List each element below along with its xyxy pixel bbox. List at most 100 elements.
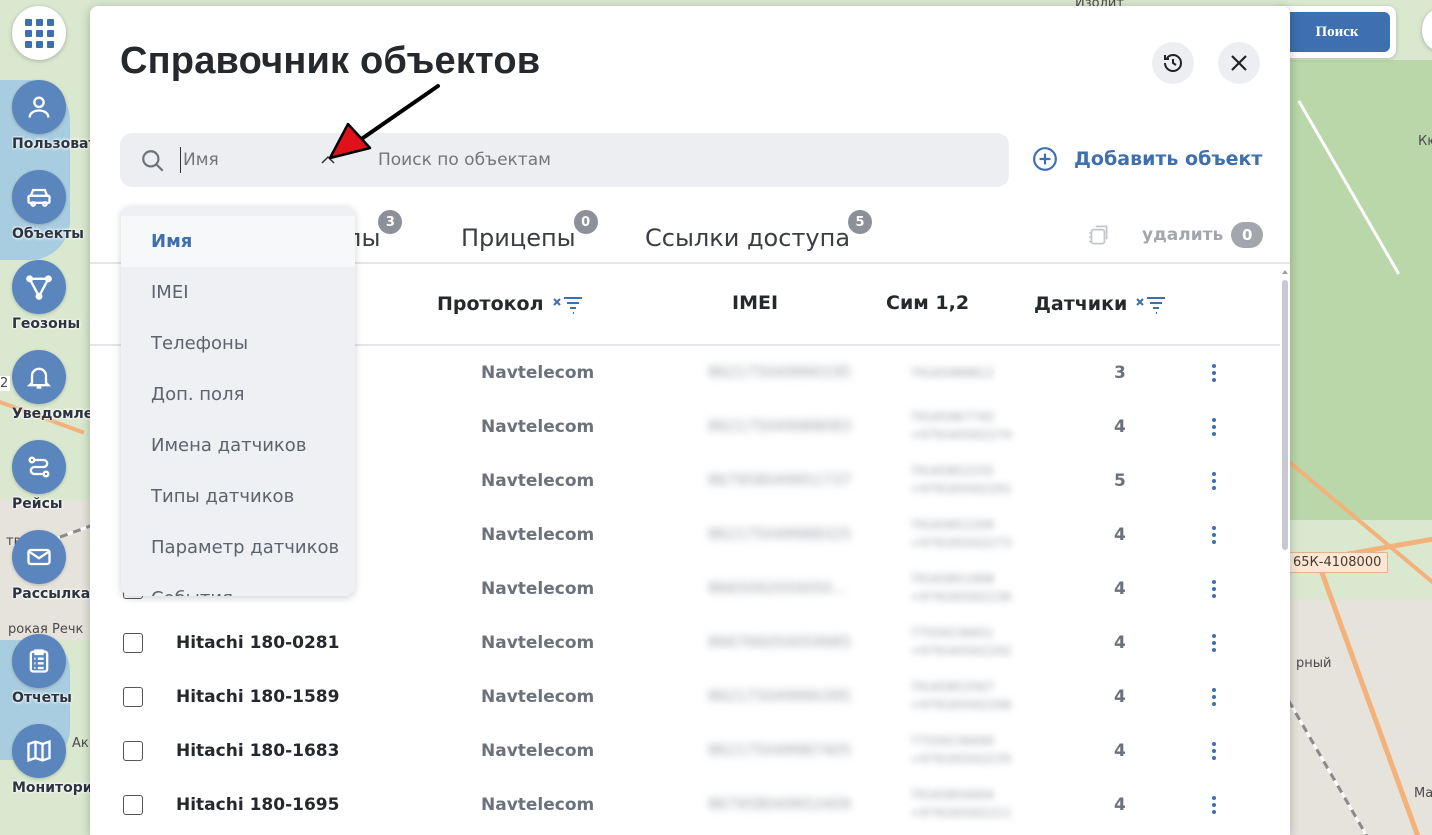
row-checkbox[interactable] (123, 741, 143, 761)
nav-item-label: Рейсы (12, 496, 63, 512)
object-protocol: Navtelecom (481, 417, 595, 437)
map-label: рный (1296, 656, 1332, 671)
route-icon (12, 440, 66, 494)
search-field-input[interactable] (180, 147, 320, 173)
dropdown-item-name[interactable]: Имя (121, 216, 355, 267)
row-checkbox[interactable] (123, 687, 143, 707)
nav-item-trips[interactable]: Рейсы (0, 440, 92, 530)
object-imei: 862175049988325 (708, 525, 852, 543)
column-protocol[interactable]: Протокол (437, 292, 584, 316)
apps-menu-button[interactable] (12, 6, 66, 60)
object-sim: 77559236651 +979165502202 (910, 626, 1012, 658)
nav-item-notifications[interactable]: Уведомления (0, 350, 92, 440)
filter-clear-icon[interactable] (552, 292, 584, 316)
object-imei: 862175049988083 (708, 417, 852, 435)
scroll-up-icon[interactable] (1281, 268, 1289, 276)
more-vertical-icon[interactable] (1205, 360, 1223, 386)
bell-icon (12, 350, 66, 404)
nav-item-mailing[interactable]: Рассылка (0, 530, 92, 620)
add-object-label: Добавить объект (1074, 148, 1263, 170)
object-imei: 862175049990195 (708, 363, 852, 381)
dropdown-item-extra-fields[interactable]: Доп. поля (121, 369, 355, 420)
plus-circle-icon (1033, 147, 1057, 171)
table-row[interactable]: Hitachi 180-1589 Navtelecom 862175049990… (90, 670, 1280, 724)
map-label: Ма (1414, 786, 1432, 801)
row-checkbox[interactable] (123, 633, 143, 653)
table-scrollbar[interactable] (1280, 266, 1290, 835)
object-sim: 79165967745 +979165502274 (910, 410, 1012, 442)
object-imei: 867958049951737 (708, 471, 852, 489)
nav-item-users[interactable]: Пользователи (0, 80, 92, 170)
nav-item-reports[interactable]: Отчеты (0, 634, 92, 724)
nav-item-label: Пользователи (12, 136, 92, 152)
nav-item-monitoring[interactable]: Мониторинг (0, 724, 92, 814)
more-vertical-icon[interactable] (1205, 684, 1223, 710)
scrollbar-thumb[interactable] (1282, 280, 1288, 550)
dropdown-item-sensor-names[interactable]: Имена датчиков (121, 420, 355, 471)
more-vertical-icon[interactable] (1205, 738, 1223, 764)
close-icon (1231, 55, 1247, 71)
tab-access-links[interactable]: Ссылки доступа 5 (645, 210, 873, 252)
object-protocol: Navtelecom (481, 471, 595, 491)
copy-icon[interactable] (1086, 222, 1112, 248)
history-button[interactable] (1152, 42, 1194, 84)
object-name[interactable]: Hitachi 180-1683 (176, 741, 416, 761)
map-search-button[interactable]: Поиск (1284, 12, 1390, 52)
filter-clear-icon[interactable] (1135, 292, 1167, 316)
dropdown-item-phones[interactable]: Телефоны (121, 318, 355, 369)
road-number-tag: 65К-4108000 (1286, 552, 1389, 573)
search-field-dropdown: Имя IMEI Телефоны Доп. поля Имена датчик… (121, 206, 355, 596)
nav-item-label: Геозоны (12, 316, 81, 332)
object-sim: 77559236690 +979165502235 (910, 734, 1012, 766)
search-field-select[interactable] (180, 133, 340, 187)
map-label: Кю (1418, 134, 1432, 149)
more-vertical-icon[interactable] (1205, 522, 1223, 548)
tab-trailers[interactable]: Прицепы 0 (461, 210, 598, 252)
object-name[interactable]: Hitachi 180-0281 (176, 633, 416, 653)
object-sim: 79165852255 +979165502201 (910, 464, 1012, 496)
object-sim: 79165853307 +979165502206 (910, 680, 1012, 712)
dropdown-item-events[interactable]: События (121, 573, 355, 596)
tab-label: Ссылки доступа (645, 224, 851, 252)
column-sim[interactable]: Сим 1,2 (886, 292, 969, 314)
dropdown-item-imei[interactable]: IMEI (121, 267, 355, 318)
object-imei: 866766050059985 (708, 633, 852, 651)
more-vertical-icon[interactable] (1205, 630, 1223, 656)
more-vertical-icon[interactable] (1205, 576, 1223, 602)
table-row[interactable]: Hitachi 180-1695 Navtelecom 867958049952… (90, 778, 1280, 832)
add-object-button[interactable]: Добавить объект (1032, 146, 1262, 172)
column-label: Датчики (1034, 293, 1128, 315)
object-protocol: Navtelecom (481, 741, 595, 761)
table-row[interactable]: Hitachi 180-1683 Navtelecom 862175049987… (90, 724, 1280, 778)
column-sensors[interactable]: Датчики (1034, 292, 1167, 316)
more-vertical-icon[interactable] (1205, 414, 1223, 440)
object-protocol: Navtelecom (481, 579, 595, 599)
object-name[interactable]: Hitachi 180-1589 (176, 687, 416, 707)
object-sensors-count: 4 (1114, 687, 1126, 707)
page-title: Справочник объектов (120, 40, 541, 82)
report-icon (12, 634, 66, 688)
tab-badge: 5 (848, 210, 873, 234)
object-sensors-count: 4 (1114, 795, 1126, 815)
dropdown-item-sensor-parameter[interactable]: Параметр датчиков (121, 522, 355, 573)
delete-button[interactable]: удалить (1142, 225, 1223, 245)
dropdown-item-sensor-types[interactable]: Типы датчиков (121, 471, 355, 522)
object-imei: 867958049952409 (708, 795, 852, 813)
chevron-up-icon[interactable] (319, 153, 337, 167)
object-name[interactable]: Hitachi 180-1695 (176, 795, 416, 815)
more-vertical-icon[interactable] (1205, 792, 1223, 818)
history-icon (1164, 53, 1182, 72)
object-sensors-count: 4 (1114, 633, 1126, 653)
close-button[interactable] (1218, 42, 1260, 84)
more-vertical-icon[interactable] (1205, 468, 1223, 494)
table-row[interactable]: Hitachi 180-0281 Navtelecom 866766050059… (90, 616, 1280, 670)
car-icon (12, 170, 66, 224)
column-label: IMEI (732, 292, 779, 314)
object-imei: 8665092050050... (708, 579, 847, 597)
search-input[interactable] (378, 147, 978, 173)
column-label: Протокол (437, 293, 544, 315)
row-checkbox[interactable] (123, 795, 143, 815)
nav-item-geozones[interactable]: Геозоны (0, 260, 92, 350)
nav-item-objects[interactable]: Объекты (0, 170, 92, 260)
column-imei[interactable]: IMEI (732, 292, 778, 314)
